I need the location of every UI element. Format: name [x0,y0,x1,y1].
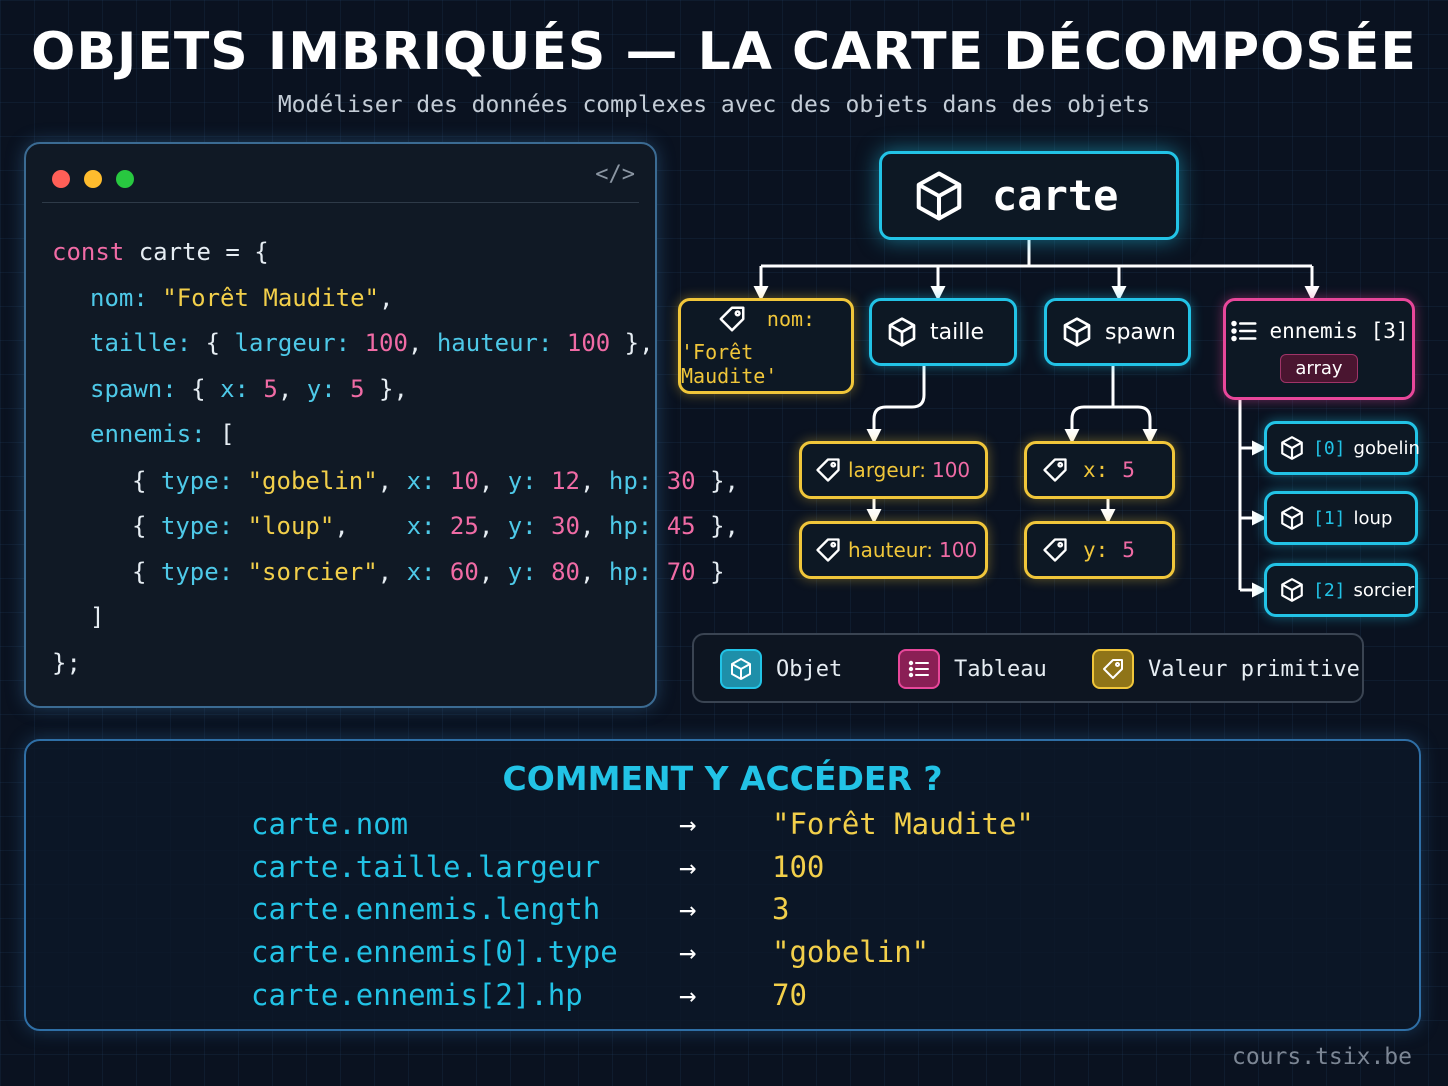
access-value: 3 [772,892,790,926]
node-hauteur-value: 100 [939,538,978,562]
node-enemy-1-index: [1] [1313,507,1346,529]
node-largeur-key: largeur: [848,458,926,482]
node-taille: taille [869,298,1017,366]
node-taille-label: taille [930,319,984,345]
node-spawn-label: spawn [1105,319,1176,345]
node-y-value: 5 [1122,538,1135,562]
node-nom-key: nom: [766,307,816,331]
tag-icon [816,538,840,562]
legend-item-primitive: Valeur primitive [1092,649,1360,689]
list-icon [908,660,929,678]
legend: Objet Tableau Valeur primitive [692,633,1364,703]
node-enemy-1-name: loup [1353,507,1393,529]
node-enemy-0-index: [0] [1313,437,1346,459]
cube-icon [888,317,916,347]
legend-swatch-primitive [1092,649,1134,689]
legend-item-tableau: Tableau [898,649,1047,689]
node-x: x: 5 [1024,441,1175,499]
node-enemy-2-index: [2] [1313,579,1346,601]
node-largeur-value: 100 [931,458,971,482]
node-x-key: x: [1083,458,1109,482]
access-value: 70 [772,978,807,1012]
access-expr: carte.ennemis[0].type [251,935,618,969]
node-spawn: spawn [1044,298,1191,366]
access-value: "gobelin" [772,935,930,969]
arrow-right-icon: → [679,892,697,926]
legend-item-objet: Objet [720,649,842,689]
node-largeur: largeur: 100 [799,441,988,499]
node-hauteur-key: hauteur: [848,538,934,562]
legend-label-tableau: Tableau [954,656,1047,682]
tag-icon [1043,458,1067,482]
cube-icon [1281,436,1303,460]
tag-icon [1043,538,1067,562]
node-nom-value: 'Forêt Maudite' [681,340,778,388]
arrow-right-icon: → [679,935,697,969]
tag-icon [719,306,745,332]
cube-icon [731,658,751,680]
cube-icon [1281,506,1303,530]
arrow-right-icon: → [679,850,697,884]
footer-url[interactable]: cours.tsix.be [1232,1044,1412,1070]
access-expr: carte.taille.largeur [251,850,601,884]
node-enemy-1: [1] loup [1264,491,1418,545]
node-hauteur: hauteur: 100 [799,521,988,579]
node-ennemis-label: ennemis [3] [1269,318,1409,343]
node-y: y: 5 [1024,521,1175,579]
node-enemy-2-name: sorcier [1353,579,1415,601]
legend-swatch-tableau [898,649,940,689]
node-enemy-2: [2] sorcier [1264,563,1418,617]
access-value: 100 [772,850,825,884]
node-nom: nom: 'Forêt Maudite' [678,298,854,394]
node-ennemis: ennemis [3] array [1223,298,1415,400]
cube-icon [1281,578,1303,602]
cube-icon [1063,317,1091,347]
list-icon [1231,320,1257,341]
cube-icon [916,170,962,221]
arrow-right-icon: → [679,978,697,1012]
access-expr: carte.ennemis.length [251,892,601,926]
legend-swatch-objet [720,649,762,689]
node-y-key: y: [1083,538,1109,562]
access-value: "Forêt Maudite" [772,807,1034,841]
tag-icon [816,458,840,482]
arrow-right-icon: → [679,807,697,841]
array-badge: array [1280,353,1358,383]
legend-label-primitive: Valeur primitive [1148,656,1360,682]
access-title: COMMENT Y ACCÉDER ? [502,759,943,798]
node-carte-label: carte [992,171,1119,220]
access-expr: carte.ennemis[2].hp [251,978,583,1012]
node-x-value: 5 [1122,458,1135,482]
legend-label-objet: Objet [776,656,843,682]
access-expr: carte.nom [251,807,409,841]
access-panel: COMMENT Y ACCÉDER ? carte.nom → "Forêt M… [24,739,1421,1031]
node-enemy-0-name: gobelin [1353,437,1420,459]
node-carte: carte [879,151,1179,240]
node-enemy-0: [0] gobelin [1264,421,1420,475]
tag-icon [1103,659,1123,679]
